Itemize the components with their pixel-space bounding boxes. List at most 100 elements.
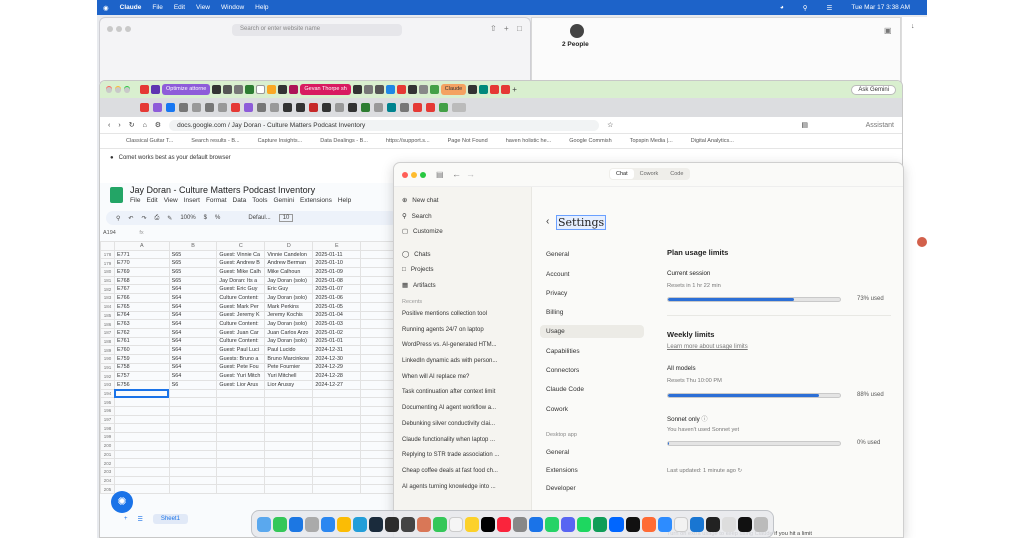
settings-nav-usage[interactable]: Usage: [540, 325, 644, 338]
extensions-icon[interactable]: ▤: [801, 121, 808, 129]
menu-datetime[interactable]: Tue Mar 17 3:38 AM: [851, 4, 910, 11]
column-header[interactable]: D: [264, 241, 314, 251]
table-cell[interactable]: Andrew Berman: [264, 258, 314, 269]
sheet-menu-item[interactable]: Insert: [184, 197, 200, 204]
table-cell[interactable]: Guest: Eric Guy: [216, 284, 266, 295]
window-controls[interactable]: [402, 172, 426, 178]
menu-view[interactable]: View: [196, 4, 210, 11]
table-row[interactable]: 198: [100, 423, 400, 434]
name-box[interactable]: A194 fx: [103, 230, 144, 236]
bookmark-item[interactable]: Google Commish: [569, 138, 612, 144]
tab-favicon[interactable]: [418, 85, 428, 94]
table-cell[interactable]: [216, 406, 266, 416]
table-row[interactable]: 202: [100, 458, 400, 468]
table-cell[interactable]: [264, 475, 314, 486]
search-icon[interactable]: ⚲: [803, 4, 808, 12]
row-number[interactable]: 181: [100, 275, 115, 286]
site-info-icon[interactable]: ⚙: [155, 121, 161, 129]
app-icon[interactable]: [385, 516, 400, 532]
table-cell[interactable]: [113, 414, 170, 425]
table-cell[interactable]: S65: [168, 258, 218, 269]
sheet-grid[interactable]: A B C D E 178 E771 S65 Guest: Vinnie Ca Vinn…: [100, 241, 400, 494]
table-row[interactable]: 197: [100, 414, 400, 425]
row-number[interactable]: 196: [100, 406, 115, 416]
comet-icon[interactable]: [369, 516, 384, 532]
table-cell[interactable]: [216, 388, 266, 399]
row-number[interactable]: 198: [100, 423, 115, 434]
tab-favicon[interactable]: [218, 103, 227, 112]
table-row[interactable]: 185 E764 S64 Guest: Jeremy K Jeremy Kochis 20…: [100, 310, 400, 321]
table-cell[interactable]: Guest: Pete Fou: [216, 362, 266, 373]
settings-nav-extensions[interactable]: Extensions: [546, 467, 578, 474]
row-number[interactable]: 189: [100, 345, 115, 355]
new-chat-button[interactable]: ⊕ New chat: [394, 193, 531, 209]
tab-favicon[interactable]: [361, 103, 370, 112]
tab-favicon[interactable]: [348, 103, 357, 112]
table-row[interactable]: 196: [100, 406, 400, 416]
sheet-menu-item[interactable]: Edit: [146, 197, 157, 204]
table-cell[interactable]: [168, 475, 218, 486]
sheet-menu-item[interactable]: Data: [233, 197, 247, 204]
messages-icon[interactable]: [273, 516, 288, 532]
table-cell[interactable]: 2025-01-04: [312, 310, 362, 321]
table-cell[interactable]: [216, 414, 266, 425]
table-cell[interactable]: [168, 397, 218, 408]
tab-active[interactable]: [452, 103, 466, 112]
table-cell[interactable]: [312, 406, 362, 416]
facetime-icon[interactable]: [433, 516, 448, 532]
table-row[interactable]: 190 E759 S64 Guests: Bruno a Bruno Marcinkow…: [100, 353, 400, 364]
control-center-icon[interactable]: ☰: [827, 4, 833, 12]
assistant-button[interactable]: Assistant: [866, 122, 894, 129]
recent-chat-item[interactable]: AI agents turning knowledge into ...: [394, 480, 531, 496]
table-cell[interactable]: [312, 432, 362, 442]
bookmark-item[interactable]: haven holistic he...: [506, 138, 552, 144]
row-number[interactable]: 190: [100, 353, 115, 364]
table-cell[interactable]: [168, 449, 218, 460]
settings-nav-claude-code[interactable]: Claude Code: [546, 386, 584, 393]
download-icon[interactable]: ↓: [911, 23, 915, 30]
sidebar-item-chats[interactable]: ◯ Chats: [394, 247, 531, 263]
settings-nav-account[interactable]: Account: [546, 271, 570, 278]
table-cell[interactable]: [312, 423, 362, 434]
table-cell[interactable]: Guest: Andrew B: [216, 258, 266, 269]
table-cell[interactable]: 2025-01-11: [312, 249, 362, 260]
tab-favicon[interactable]: [413, 103, 422, 112]
row-number[interactable]: 185: [100, 310, 115, 321]
reload-icon[interactable]: ↻: [129, 121, 135, 129]
table-cell[interactable]: Paul Lucido: [264, 345, 314, 355]
table-cell[interactable]: [264, 388, 314, 399]
tab-overview-icon[interactable]: □: [517, 24, 522, 33]
table-row[interactable]: 178 E771 S65 Guest: Vinnie Ca Vinnie Candelo…: [100, 249, 400, 260]
claude-icon[interactable]: [417, 516, 432, 532]
safari-address-bar[interactable]: Search or enter website name: [232, 24, 402, 36]
tab-favicon[interactable]: [231, 103, 240, 112]
table-cell[interactable]: Culture Content:: [216, 293, 266, 303]
table-row[interactable]: 194: [100, 388, 400, 399]
table-cell[interactable]: 2025-01-02: [312, 327, 362, 338]
table-cell[interactable]: Guest: Mark Per: [216, 301, 266, 312]
table-cell[interactable]: [113, 440, 170, 451]
bookmark-item[interactable]: Page Not Found: [448, 138, 488, 144]
tab-favicon[interactable]: [270, 103, 279, 112]
table-cell[interactable]: [312, 397, 362, 408]
table-cell[interactable]: E766: [113, 293, 170, 303]
tab-favicon[interactable]: [283, 103, 292, 112]
table-cell[interactable]: E767: [113, 284, 170, 295]
table-row[interactable]: 188 E761 S64 Culture Content: Jay Doran (sol…: [100, 336, 400, 347]
tab-active[interactable]: [256, 85, 266, 94]
table-cell[interactable]: [216, 458, 266, 468]
font-select[interactable]: Defaul...: [248, 215, 270, 221]
paint-format-icon[interactable]: ✎: [167, 215, 172, 222]
table-cell[interactable]: S64: [168, 319, 218, 329]
bookmark-item[interactable]: https://support.s...: [386, 138, 430, 144]
back-icon[interactable]: ‹: [108, 122, 110, 129]
bookmark-item[interactable]: Search results - B...: [191, 138, 239, 144]
table-row[interactable]: 189 E760 S64 Guest: Paul Luci Paul Lucido 202…: [100, 345, 400, 355]
table-cell[interactable]: E768: [113, 275, 170, 286]
table-cell[interactable]: Jeremy Kochis: [264, 310, 314, 321]
table-row[interactable]: 199: [100, 432, 400, 442]
tab-gevan[interactable]: Gevan Thorpe sh: [300, 84, 351, 95]
sheet-menu-item[interactable]: Extensions: [300, 197, 332, 204]
tab-favicon[interactable]: [192, 103, 201, 112]
tab-favicon[interactable]: [278, 85, 288, 94]
